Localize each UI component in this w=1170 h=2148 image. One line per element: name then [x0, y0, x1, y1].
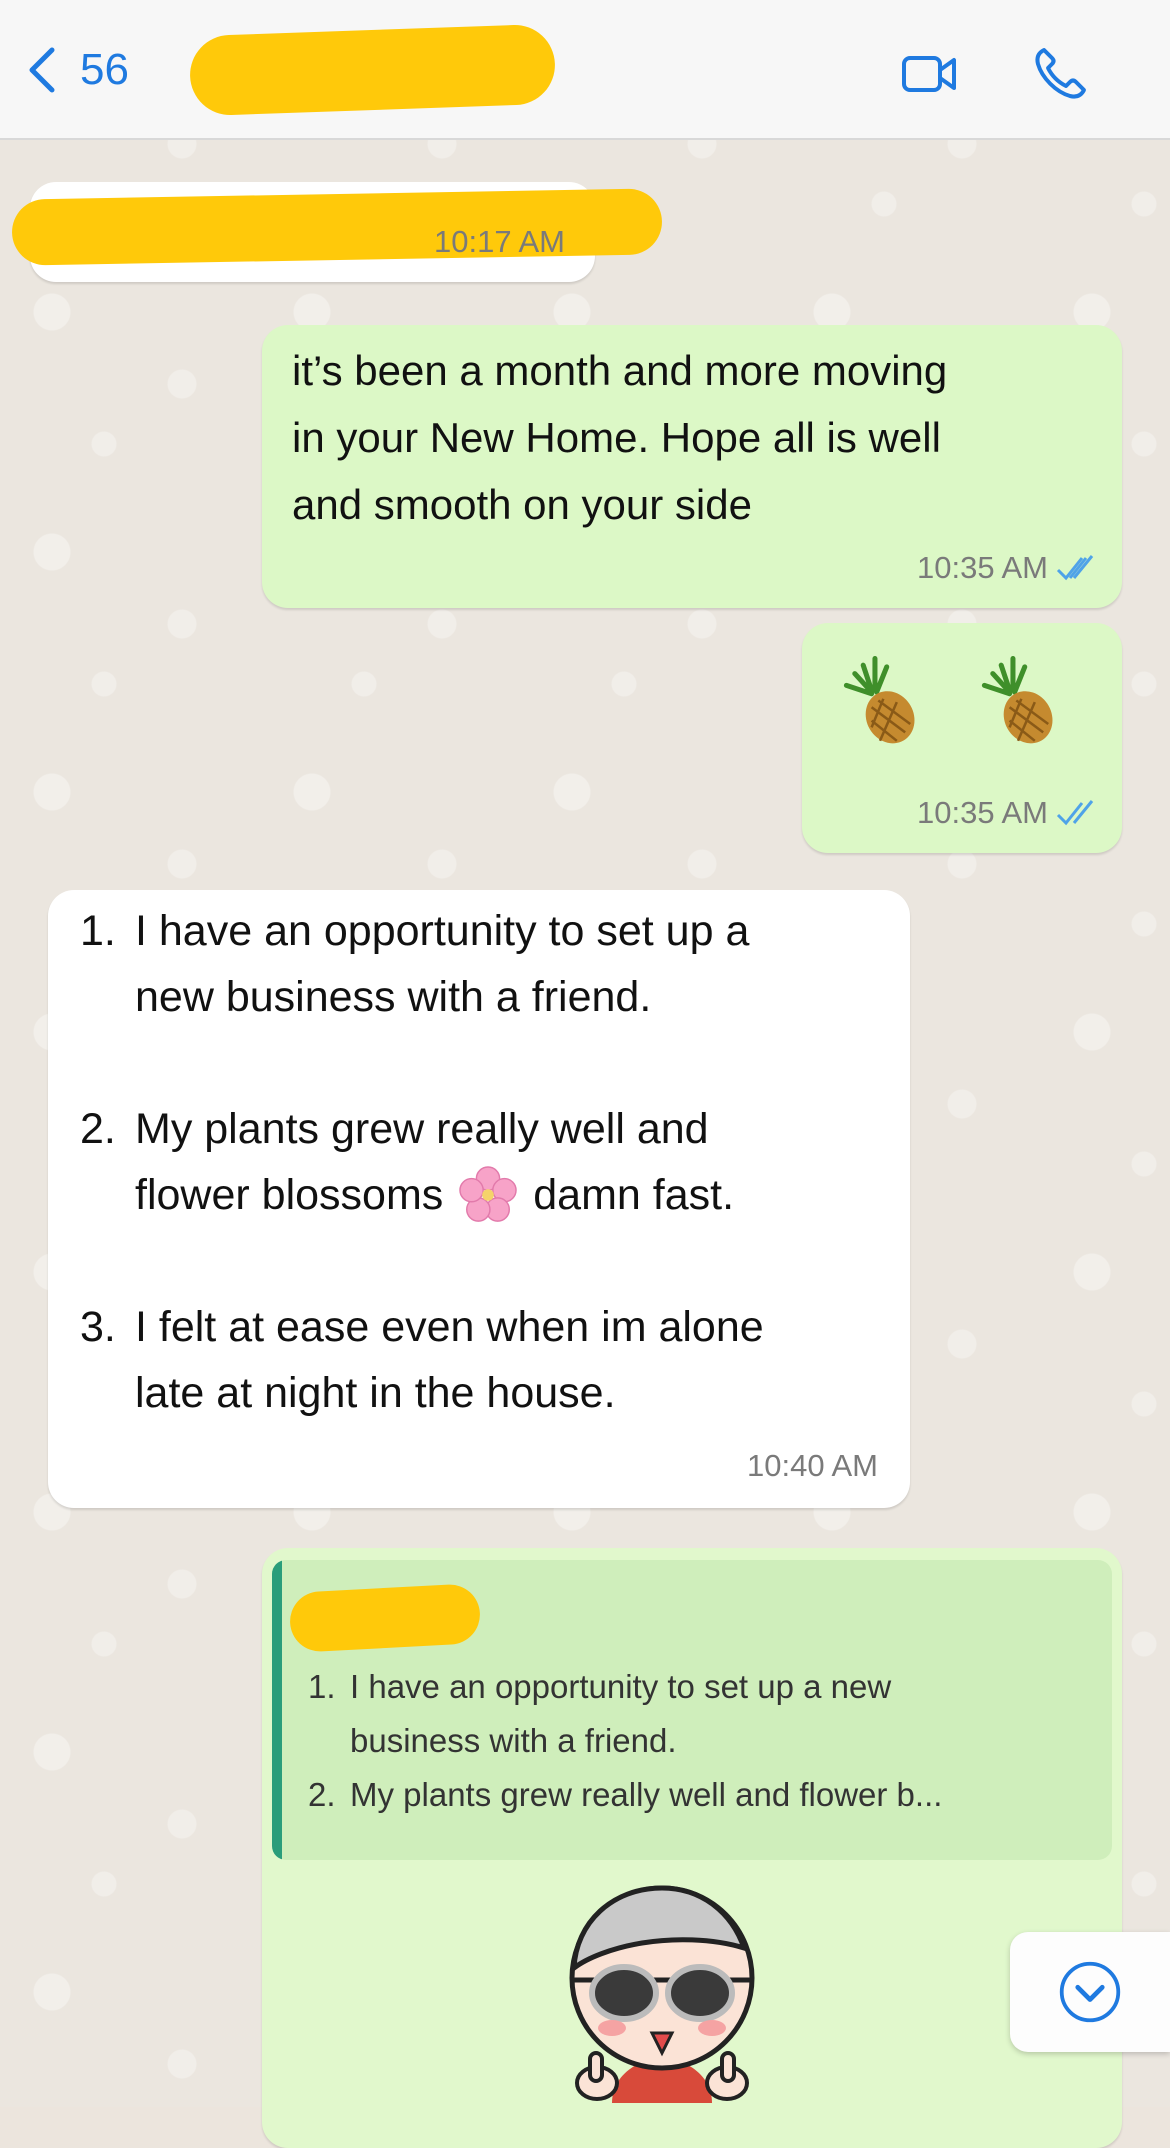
message-text: it’s been a month and more moving in you… — [292, 337, 947, 538]
list-number: 1. — [308, 1668, 336, 1705]
cherry-blossom-icon — [459, 1166, 518, 1222]
redacted-contact-name — [188, 23, 557, 117]
list-line: business with a friend. — [350, 1722, 677, 1759]
list-number: 2. — [308, 1776, 336, 1813]
list-line: damn fast. — [533, 1171, 735, 1219]
message-time: 10:35 AM — [917, 795, 1048, 830]
outgoing-reply-bubble[interactable]: 1. I have an opportunity to set up a new… — [262, 1548, 1122, 2148]
chevron-down-circle-icon — [1059, 1961, 1121, 2023]
pineapple-icon — [843, 655, 915, 744]
incoming-message-bubble[interactable]: 10:17 AM — [11, 182, 663, 282]
read-ticks-icon — [1056, 555, 1094, 581]
incoming-message-bubble[interactable]: 1. I have an opportunity to set up a new… — [48, 890, 910, 1508]
quoted-list: 1. I have an opportunity to set up a new… — [308, 1660, 942, 1822]
list-item: 2. My plants grew really well and flower… — [80, 1096, 764, 1228]
list-line: flower blossoms — [135, 1171, 444, 1219]
quoted-list-item: 1. I have an opportunity to set up a new… — [308, 1660, 942, 1768]
message-time: 10:40 AM — [747, 1448, 878, 1483]
chevron-left-icon — [29, 47, 55, 93]
list-line: I have an opportunity to set up a — [135, 907, 750, 955]
list-line: I have an opportunity to set up a new — [350, 1668, 892, 1705]
scroll-to-bottom-button[interactable] — [1010, 1932, 1170, 2052]
numbered-list: 1. I have an opportunity to set up a new… — [80, 898, 764, 1426]
quoted-list-item: 2. My plants grew really well and flower… — [308, 1768, 942, 1822]
list-line: I felt at ease even when im alone — [135, 1303, 764, 1351]
video-camera-icon[interactable] — [900, 44, 960, 104]
redacted-quote-author — [288, 1583, 482, 1653]
quote-accent-bar — [272, 1560, 282, 1860]
message-line: in your New Home. Hope all is well — [292, 414, 941, 461]
message-line: and smooth on your side — [292, 481, 752, 528]
phone-icon[interactable] — [1030, 44, 1090, 104]
message-time: 10:17 AM — [434, 224, 565, 259]
outgoing-message-bubble[interactable]: it’s been a month and more moving in you… — [262, 325, 1122, 608]
list-item: 3. I felt at ease even when im alone lat… — [80, 1294, 764, 1426]
read-ticks-icon — [1056, 800, 1094, 826]
sticker-cartoon-boy-icon[interactable] — [552, 1868, 772, 2108]
unread-count: 56 — [80, 45, 129, 94]
list-number: 2. — [80, 1105, 116, 1153]
quoted-message[interactable]: 1. I have an opportunity to set up a new… — [272, 1560, 1112, 1860]
message-time-row: 10:35 AM — [917, 550, 1098, 586]
chat-header: 56 — [0, 0, 1170, 140]
outgoing-emoji-bubble[interactable]: 10:35 AM — [802, 623, 1122, 853]
message-time-row: 10:35 AM — [917, 795, 1098, 831]
back-button[interactable]: 56 — [26, 40, 129, 100]
list-number: 3. — [80, 1303, 116, 1351]
list-line: My plants grew really well and flower b.… — [350, 1776, 943, 1813]
message-time: 10:35 AM — [917, 550, 1048, 585]
pineapple-icon — [981, 655, 1053, 744]
message-line: it’s been a month and more moving — [292, 347, 948, 394]
list-line: new business with a friend. — [135, 973, 652, 1021]
list-line: late at night in the house. — [135, 1369, 616, 1417]
list-line: My plants grew really well and — [135, 1105, 709, 1153]
list-item: 1. I have an opportunity to set up a new… — [80, 898, 764, 1030]
list-number: 1. — [80, 907, 116, 955]
